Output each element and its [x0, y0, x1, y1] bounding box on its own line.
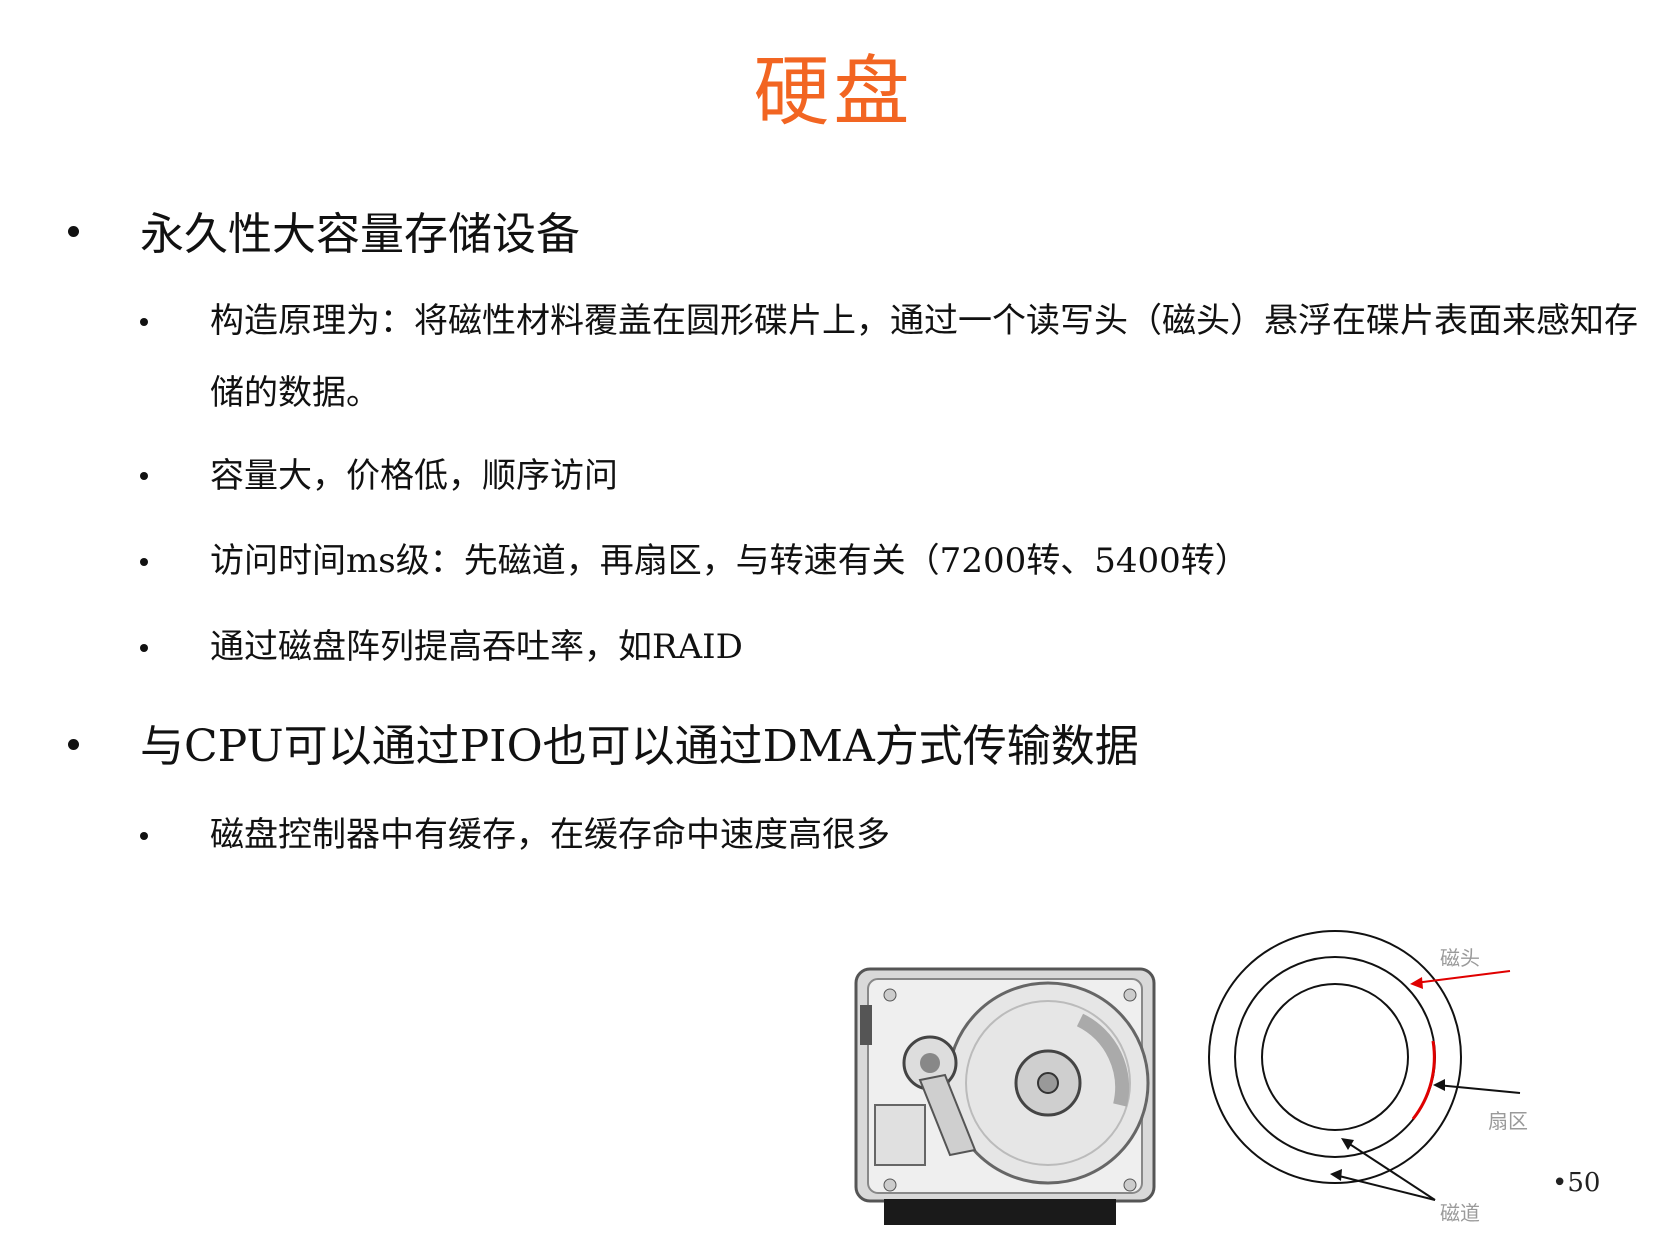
bullet-l2-principle: 构造原理为：将磁性材料覆盖在圆形碟片上，通过一个读写头（磁头）悬浮在碟片表面来感… [210, 301, 1638, 413]
bullet-l2-raid: 通过磁盘阵列提高吞吐率，如RAID [210, 627, 743, 667]
bullet-dot [140, 472, 148, 480]
disk-diagram [1208, 930, 1521, 1201]
bullet-l2-capacity: 容量大，价格低，顺序访问 [210, 456, 618, 496]
bullet-dot [140, 832, 148, 840]
bullet-dot [140, 318, 148, 326]
bullet-l2-cache: 磁盘控制器中有缓存，在缓存命中速度高很多 [210, 815, 890, 855]
label-track: 磁道 [1440, 1201, 1480, 1225]
bullet-l1-pio-dma: 与CPU可以通过PIO也可以通过DMA方式传输数据 [140, 721, 1139, 772]
bullet-dot [140, 558, 148, 566]
bullet-l2-access-time: 访问时间ms级：先磁道，再扇区，与转速有关（7200转、5400转） [210, 541, 1249, 581]
label-head: 磁头 [1440, 946, 1480, 970]
bullet-dot [68, 739, 79, 750]
slide-title: 硬盘 [753, 47, 914, 136]
bullet-dot [68, 226, 79, 237]
label-sector: 扇区 [1488, 1109, 1528, 1133]
page-number: •50 [1552, 1168, 1601, 1198]
hard-disk-image [854, 967, 1156, 1225]
bullet-dot [140, 644, 148, 652]
bullet-l1-storage: 永久性大容量存储设备 [140, 209, 580, 260]
